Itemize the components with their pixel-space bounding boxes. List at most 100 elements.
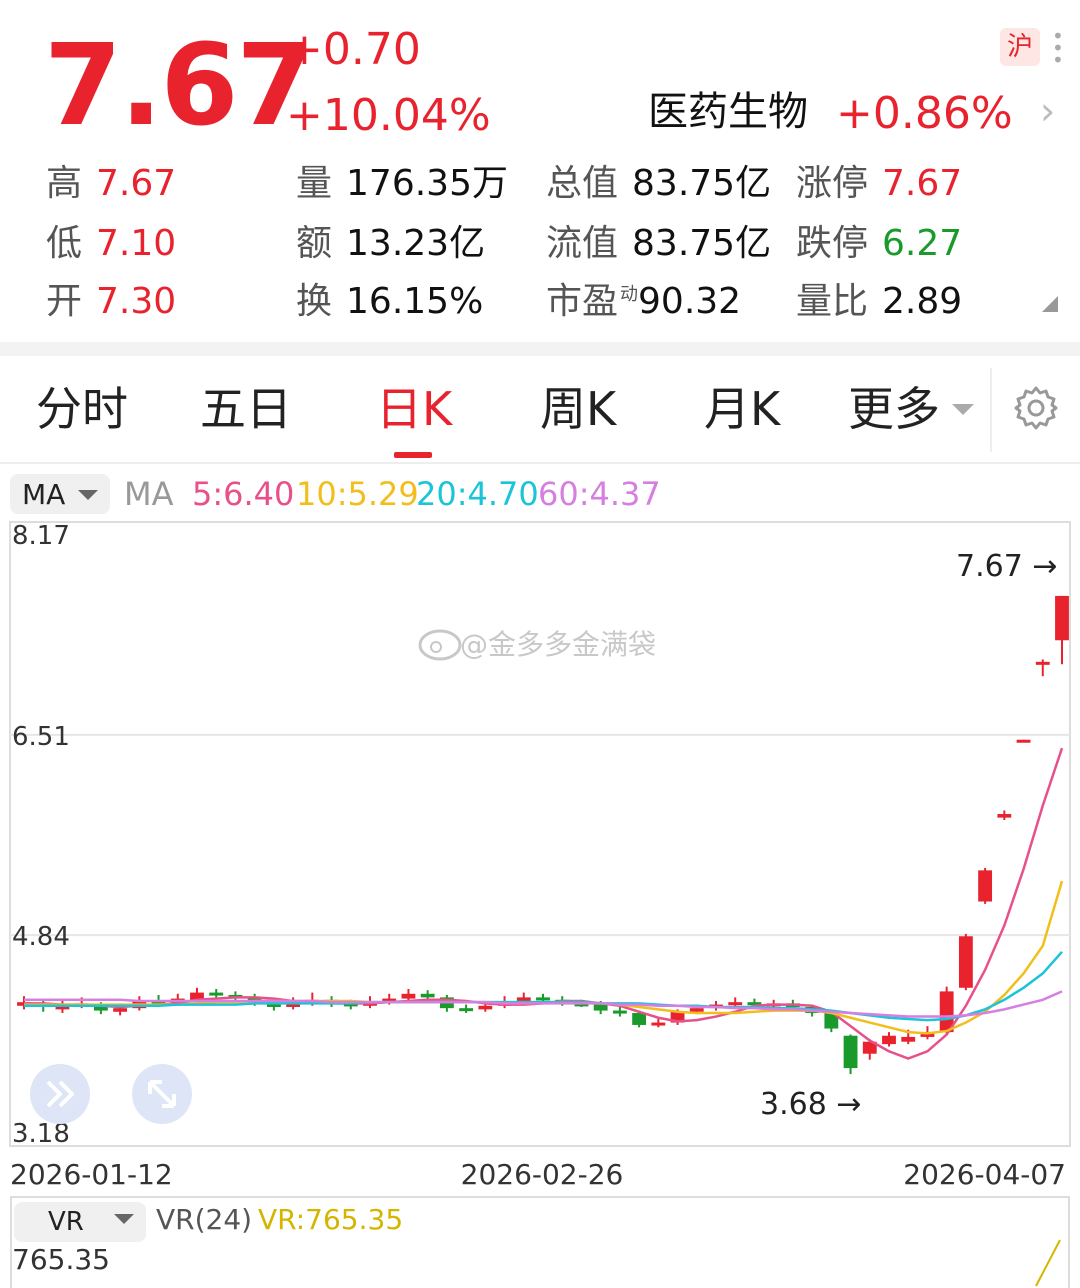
tab-daily-k[interactable]: 日K [376, 386, 452, 432]
stat-item: 量比 2.89 [796, 284, 962, 320]
low-marker-label: 3.68 → [760, 1087, 861, 1122]
caret-down-icon [114, 1214, 134, 1224]
stat-value: 90.32 [638, 281, 742, 322]
stat-item: 低 7.10 [46, 226, 176, 262]
candle-body [593, 1004, 608, 1011]
market-badge: 沪 [1000, 28, 1040, 66]
stat-value: 7.30 [96, 281, 177, 322]
stat-item: 市盈 动90.32 [546, 284, 741, 320]
stat-item: 高 7.67 [46, 166, 176, 202]
watermark: @金多多金满袋 [460, 628, 656, 661]
sub-indicator-label: VR [48, 1207, 84, 1237]
gear-icon[interactable] [1012, 384, 1060, 432]
y-tick-label: 4.84 [12, 922, 70, 952]
candle-body [536, 997, 550, 1001]
candle-body [1055, 595, 1069, 641]
price-change: +0.70 [286, 24, 421, 75]
stat-value: 2.89 [882, 281, 963, 322]
candle-body [728, 1002, 743, 1006]
stat-key: 涨停 [796, 163, 869, 204]
more-options-icon[interactable]: • • • [1052, 26, 1064, 70]
sector-name[interactable]: 医药生物 [648, 92, 808, 132]
caret-down-icon [78, 490, 98, 500]
tab-more[interactable]: 更多 [848, 386, 940, 432]
candle-body [478, 1005, 493, 1010]
candle-body [401, 993, 416, 999]
tab-divider [990, 368, 992, 452]
y-tick-label: 6.51 [12, 722, 70, 752]
stat-key: 额 [296, 223, 333, 264]
stat-item: 开 7.30 [46, 284, 176, 320]
candle-body [1016, 739, 1031, 743]
candle-body [459, 1008, 474, 1012]
section-divider [0, 342, 1080, 356]
candle-body [901, 1036, 916, 1042]
candle-body [843, 1035, 858, 1069]
stat-key: 跌停 [796, 223, 869, 264]
candle-body [689, 1008, 704, 1012]
stat-key-sup: 动 [620, 284, 639, 305]
caret-down-icon[interactable] [952, 404, 974, 415]
sector-change[interactable]: +0.86% [836, 92, 1013, 136]
expand-left-icon[interactable] [30, 1064, 90, 1124]
candle-body [958, 936, 973, 988]
zoom-toggle-icon[interactable] [132, 1064, 192, 1124]
expand-corner-icon[interactable] [1042, 296, 1058, 312]
stat-key: 市盈 [546, 281, 619, 322]
ma60-value: 60:4.37 [538, 475, 661, 513]
candle-body [113, 1008, 128, 1012]
active-tab-indicator [394, 452, 432, 458]
tab-weekly-k[interactable]: 周K [540, 386, 616, 432]
stat-key: 流值 [546, 223, 619, 264]
candle-body [651, 1022, 666, 1026]
last-price: 7.67 [44, 21, 314, 151]
vr-line [1035, 1239, 1061, 1287]
candle-body [632, 1012, 647, 1025]
candle-body [1035, 661, 1050, 665]
stat-value: 6.27 [882, 223, 963, 264]
ma5-value: 5:6.40 [192, 475, 295, 513]
y-axis-ticks: 8.176.514.843.18 [12, 521, 70, 1149]
ma10-value: 10:5.29 [296, 475, 419, 513]
stat-value: 7.67 [882, 163, 963, 204]
ma-lines [24, 747, 1064, 1060]
x-tick-label: 2026-04-07 [903, 1158, 1066, 1191]
stat-value: 83.75亿 [632, 163, 772, 204]
stat-key: 低 [46, 223, 83, 264]
chevron-right-icon[interactable]: › [1040, 92, 1055, 130]
tabs-divider [0, 462, 1080, 464]
stat-value: 16.15% [346, 281, 484, 322]
x-axis-ticks: 2026-01-12 2026-02-26 2026-04-07 [10, 1158, 1066, 1191]
ma-line-20 [24, 951, 1063, 1022]
indicator-select-label: MA [22, 478, 66, 511]
x-tick-label: 2026-02-26 [461, 1158, 624, 1191]
tab-five-day[interactable]: 五日 [200, 386, 292, 432]
stat-key: 换 [296, 281, 333, 322]
tab-monthly-k[interactable]: 月K [704, 386, 780, 432]
vr-axis-top: 765.35 [12, 1243, 110, 1276]
stat-item: 涨停 7.67 [796, 166, 962, 202]
price-change-pct: +10.04% [286, 90, 491, 141]
stat-value: 176.35万 [346, 163, 508, 204]
x-tick-label: 2026-01-12 [10, 1158, 173, 1191]
stat-item: 流值 83.75亿 [546, 226, 771, 262]
ma-line-5 [24, 747, 1064, 1060]
stat-item: 量 176.35万 [296, 166, 508, 202]
chart-frame [9, 521, 1071, 1147]
stat-item: 换 16.15% [296, 284, 483, 320]
vr-value: VR:765.35 [258, 1203, 404, 1236]
stat-item: 额 13.23亿 [296, 226, 485, 262]
stat-value: 7.10 [96, 223, 177, 264]
stat-value: 83.75亿 [632, 223, 772, 264]
stat-item: 总值 83.75亿 [546, 166, 771, 202]
candle-body [209, 992, 224, 996]
y-tick-label: 8.17 [12, 521, 70, 551]
tab-intraday[interactable]: 分时 [36, 386, 128, 432]
candlestick-chart[interactable]: 8.176.514.843.18 @金多多金满袋 7.67 → 3.68 → 2… [0, 520, 1080, 1192]
stat-key: 总值 [546, 163, 619, 204]
stat-key: 量比 [796, 281, 869, 322]
stat-key: 高 [46, 163, 83, 204]
stat-value: 13.23亿 [346, 223, 486, 264]
stat-key: 量 [296, 163, 333, 204]
ma-label: MA [124, 475, 174, 513]
